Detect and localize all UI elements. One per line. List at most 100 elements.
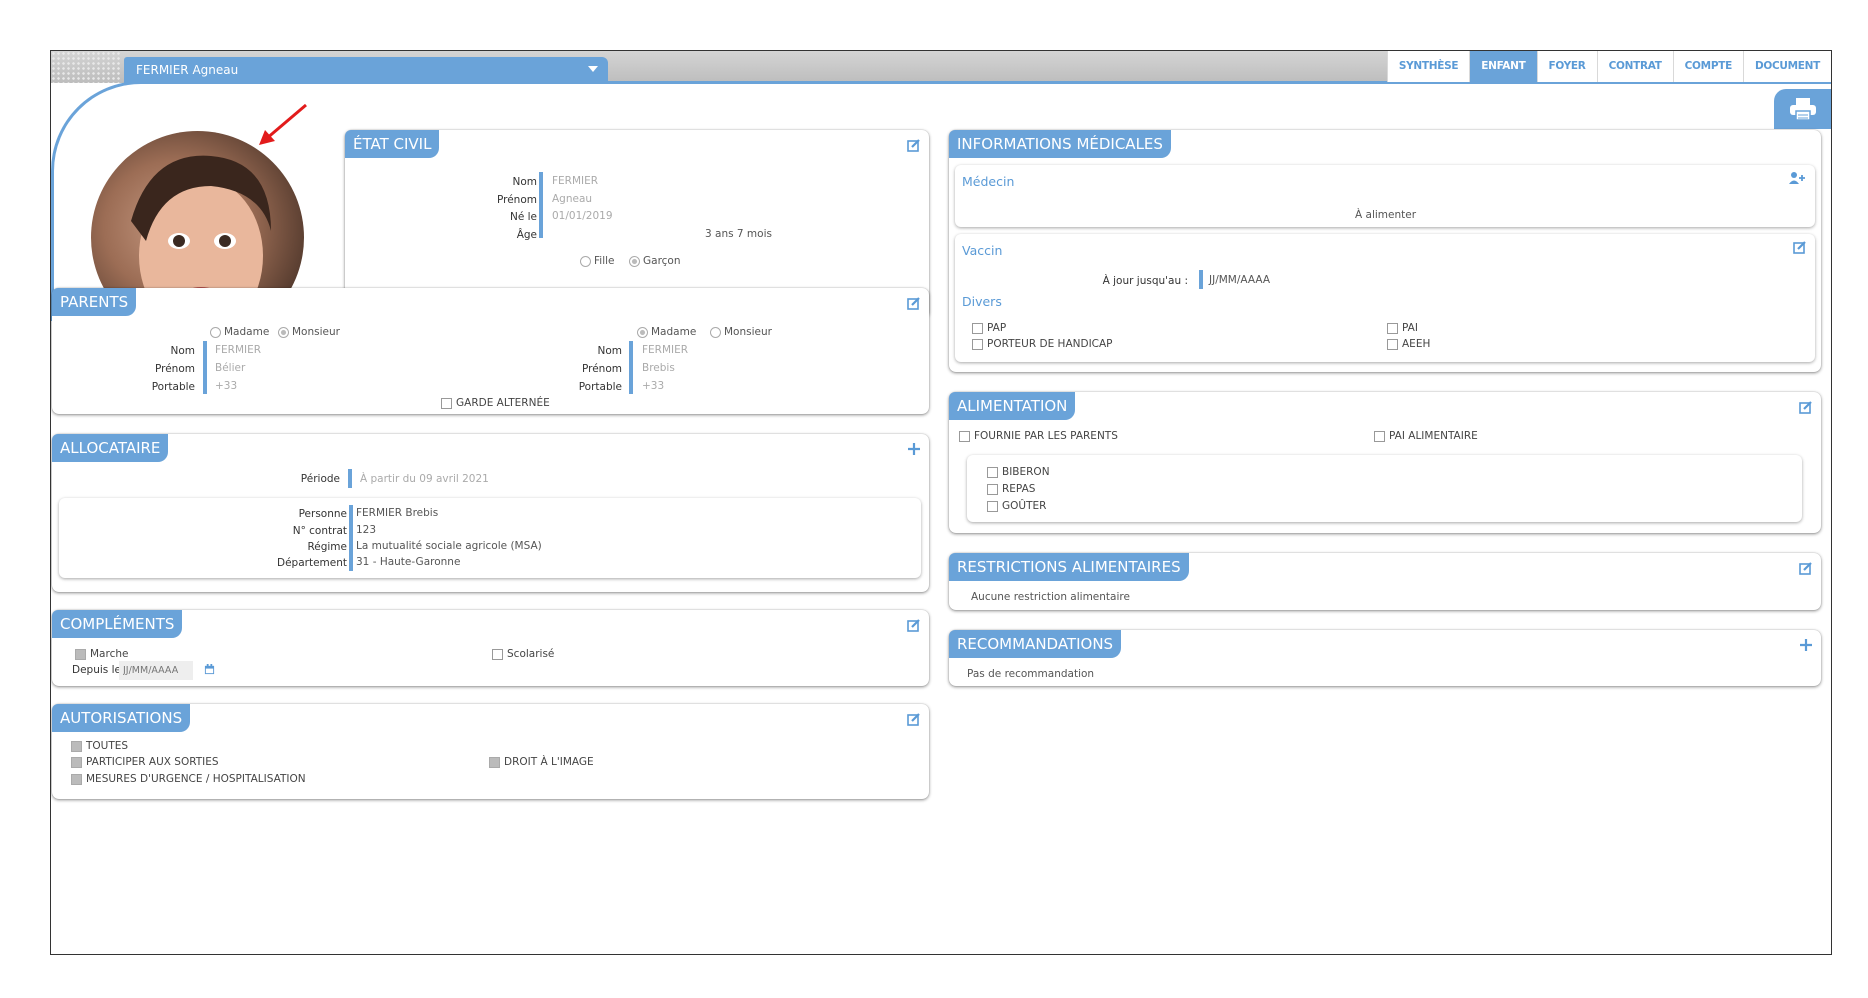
vaccin-section: Vaccin À jour jusqu'au : JJ/MM/AAAA Dive… (955, 234, 1815, 362)
tab-contrat[interactable]: CONTRAT (1596, 51, 1673, 82)
depuis-date-input[interactable] (119, 661, 193, 680)
parent2-portable: +33 (642, 380, 665, 392)
regime-value: La mutualité sociale agricole (MSA) (356, 540, 542, 552)
restrictions-title: RESTRICTIONS ALIMENTAIRES (949, 553, 1189, 581)
urgence-checkbox[interactable]: MESURES D'URGENCE / HOSPITALISATION (71, 773, 306, 785)
medecin-heading: Médecin (962, 174, 1015, 189)
calendar-icon[interactable] (204, 664, 215, 675)
periode-bar (348, 469, 352, 488)
a-jour-label: À jour jusqu'au : (1102, 275, 1188, 287)
aeeh-checkbox[interactable]: AEEH (1387, 338, 1430, 350)
child-name: FERMIER Agneau (136, 63, 239, 77)
add-person-icon[interactable] (1789, 172, 1805, 184)
age-label: Âge (516, 229, 537, 241)
pap-checkbox[interactable]: PAP (972, 322, 1006, 334)
repas-checkbox[interactable]: REPAS (987, 483, 1035, 495)
parent2-madame-radio[interactable]: Madame (637, 326, 696, 338)
allocataire-panel: ALLOCATAIRE Période À partir du 09 avril… (52, 434, 929, 592)
nom-label: Nom (512, 176, 537, 188)
tab-enfant[interactable]: ENFANT (1469, 51, 1537, 82)
autorisations-panel: AUTORISATIONS TOUTES PARTICIPER AUX SORT… (52, 704, 929, 799)
regime-label: Régime (307, 541, 347, 553)
pai-checkbox[interactable]: PAI (1387, 322, 1418, 334)
parent2-portable-label: Portable (578, 381, 622, 393)
plus-icon[interactable] (907, 442, 921, 456)
personne-value: FERMIER Brebis (356, 507, 439, 519)
restrictions-panel: RESTRICTIONS ALIMENTAIRES Aucune restric… (949, 553, 1821, 610)
allocataire-title: ALLOCATAIRE (52, 434, 169, 462)
parent2-prenom: Brebis (642, 362, 675, 374)
recommandations-text: Pas de recommandation (967, 668, 1095, 680)
parent2-nom: FERMIER (642, 344, 689, 356)
tab-synthese[interactable]: SYNTHÈSE (1386, 51, 1469, 82)
edit-icon[interactable] (907, 618, 921, 632)
chevron-down-icon (588, 66, 598, 72)
alimentation-title: ALIMENTATION (949, 392, 1076, 420)
recommandations-title: RECOMMANDATIONS (949, 630, 1122, 658)
dot-pattern (51, 51, 121, 83)
parent1-prenom-label: Prénom (154, 363, 195, 375)
garcon-radio[interactable]: Garçon (629, 255, 681, 267)
etat-civil-bar (539, 172, 543, 238)
pai-alimentaire-checkbox[interactable]: PAI ALIMENTAIRE (1374, 430, 1478, 442)
toutes-checkbox[interactable]: TOUTES (71, 740, 128, 752)
fille-radio[interactable]: Fille (580, 255, 615, 267)
departement-label: Département (277, 557, 347, 569)
prenom-label: Prénom (496, 194, 537, 206)
edit-icon[interactable] (907, 712, 921, 726)
divers-heading: Divers (962, 294, 1002, 309)
etat-civil-title: ÉTAT CIVIL (345, 130, 440, 158)
medecin-section: Médecin À alimenter (955, 165, 1815, 227)
medecin-empty: À alimenter (1355, 209, 1417, 221)
ne-le-label: Né le (509, 211, 537, 223)
droit-image-checkbox[interactable]: DROIT À L'IMAGE (489, 756, 594, 768)
handicap-checkbox[interactable]: PORTEUR DE HANDICAP (972, 338, 1113, 350)
medical-title: INFORMATIONS MÉDICALES (949, 130, 1171, 158)
biberon-checkbox[interactable]: BIBERON (987, 466, 1050, 478)
parent1-nom: FERMIER (215, 344, 262, 356)
tab-document[interactable]: DOCUMENT (1742, 51, 1831, 82)
app-frame: FERMIER Agneau SYNTHÈSE ENFANT FOYER CON… (50, 50, 1832, 955)
tab-compte[interactable]: COMPTE (1672, 51, 1743, 82)
complements-panel: COMPLÉMENTS Marche Scolarisé Depuis le (52, 610, 929, 686)
scolarise-checkbox[interactable]: Scolarisé (492, 648, 554, 660)
contrat-value: 123 (356, 524, 377, 536)
plus-icon[interactable] (1799, 638, 1813, 652)
edit-icon[interactable] (1793, 240, 1807, 254)
medical-panel: INFORMATIONS MÉDICALES Médecin À aliment… (949, 130, 1821, 372)
contrat-label: N° contrat (292, 525, 347, 537)
edit-icon[interactable] (907, 138, 921, 152)
parents-title: PARENTS (52, 288, 137, 316)
parent1-monsieur-radio[interactable]: Monsieur (278, 326, 340, 338)
garde-alternee-checkbox[interactable]: GARDE ALTERNÉE (441, 397, 550, 409)
print-button[interactable] (1774, 89, 1831, 129)
allocataire-details: Personne FERMIER Brebis N° contrat 123 R… (59, 498, 921, 578)
fournie-parents-checkbox[interactable]: FOURNIE PAR LES PARENTS (959, 430, 1118, 442)
edit-icon[interactable] (1799, 400, 1813, 414)
complements-title: COMPLÉMENTS (52, 610, 183, 638)
parent2-bar (629, 341, 633, 394)
depuis-label: Depuis le (72, 664, 121, 676)
marche-checkbox[interactable]: Marche (75, 648, 128, 660)
parent1-madame-radio[interactable]: Madame (210, 326, 269, 338)
parent1-bar (203, 341, 207, 394)
a-jour-bar (1199, 270, 1203, 289)
tab-foyer[interactable]: FOYER (1536, 51, 1597, 82)
parent1-portable-label: Portable (151, 381, 195, 393)
sorties-checkbox[interactable]: PARTICIPER AUX SORTIES (71, 756, 219, 768)
red-arrow-annotation (259, 103, 307, 145)
parent2-nom-label: Nom (597, 345, 622, 357)
child-selector[interactable]: FERMIER Agneau (124, 57, 608, 84)
printer-icon (1790, 98, 1816, 121)
restrictions-text: Aucune restriction alimentaire (971, 591, 1130, 603)
edit-icon[interactable] (1799, 561, 1813, 575)
parent2-monsieur-radio[interactable]: Monsieur (710, 326, 772, 338)
gouter-checkbox[interactable]: GOÛTER (987, 500, 1046, 512)
nom-value: FERMIER (552, 175, 599, 187)
departement-value: 31 - Haute-Garonne (356, 556, 461, 568)
edit-icon[interactable] (907, 296, 921, 310)
parents-panel: PARENTS Madame Monsieur Nom FERMIER Prén… (52, 288, 929, 414)
alimentation-panel: ALIMENTATION FOURNIE PAR LES PARENTS PAI… (949, 392, 1821, 533)
autorisations-title: AUTORISATIONS (52, 704, 191, 732)
parent1-nom-label: Nom (170, 345, 195, 357)
